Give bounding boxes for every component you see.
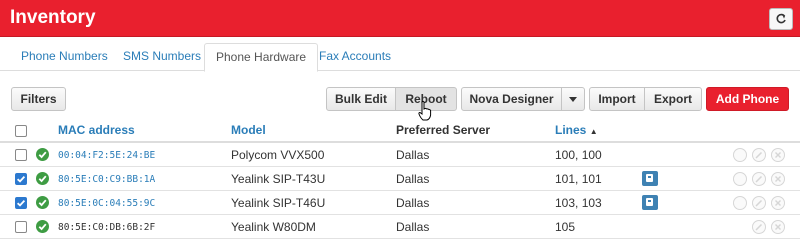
sidecar-icon[interactable] xyxy=(642,171,658,186)
tab-bar: Phone Numbers SMS Numbers Phone Hardware… xyxy=(0,43,800,72)
lines: 103, 103 xyxy=(555,196,602,210)
refresh-button[interactable] xyxy=(769,8,793,30)
edit-action-icon[interactable] xyxy=(752,196,766,210)
sidecar-icon[interactable] xyxy=(642,195,658,210)
edit-action-icon[interactable] xyxy=(752,148,766,162)
mac-address[interactable]: 80:5E:C0:C9:BB:1A xyxy=(58,174,155,185)
edit-action-icon[interactable] xyxy=(752,172,766,186)
row-checkbox[interactable] xyxy=(15,221,27,233)
tab-fax-accounts[interactable]: Fax Accounts xyxy=(308,43,402,71)
table-row[interactable]: 80:5E:0C:04:55:9C Yealink SIP-T46U Dallas 1… xyxy=(0,191,800,215)
status-ok-icon xyxy=(36,148,49,161)
lines: 101, 101 xyxy=(555,172,602,186)
row-checkbox[interactable] xyxy=(15,173,27,185)
delete-action-icon[interactable] xyxy=(771,196,785,210)
model: Yealink W80DM xyxy=(231,220,316,234)
reboot-action-icon[interactable] xyxy=(733,172,747,186)
status-ok-icon xyxy=(36,172,49,185)
tab-phone-numbers[interactable]: Phone Numbers xyxy=(10,43,119,71)
filters-button[interactable]: Filters xyxy=(11,87,66,111)
page-header: Inventory xyxy=(0,0,800,37)
preferred-server: Dallas xyxy=(396,172,430,186)
tab-phone-hardware[interactable]: Phone Hardware xyxy=(204,43,319,72)
import-button[interactable]: Import xyxy=(589,87,645,111)
lines: 100, 100 xyxy=(555,148,602,162)
row-checkbox[interactable] xyxy=(15,149,27,161)
nova-designer-button[interactable]: Nova Designer xyxy=(461,87,562,111)
delete-action-icon[interactable] xyxy=(771,172,785,186)
caret-down-icon xyxy=(569,97,577,102)
nova-designer-dropdown[interactable] xyxy=(561,87,585,111)
hand-cursor-icon xyxy=(418,101,432,121)
edit-action-icon[interactable] xyxy=(752,220,766,234)
select-all-checkbox[interactable] xyxy=(15,125,27,137)
col-lines[interactable]: Lines ▲ xyxy=(555,123,598,137)
tab-sms-numbers[interactable]: SMS Numbers xyxy=(112,43,212,71)
delete-action-icon[interactable] xyxy=(771,148,785,162)
table-row[interactable]: 80:5E:C0:C9:BB:1A Yealink SIP-T43U Dallas 1… xyxy=(0,167,800,191)
refresh-icon xyxy=(776,13,786,24)
reboot-action-icon[interactable] xyxy=(733,148,747,162)
preferred-server: Dallas xyxy=(396,148,430,162)
mac-address[interactable]: 80:5E:0C:04:55:9C xyxy=(58,198,155,209)
col-model[interactable]: Model xyxy=(231,123,266,137)
bulk-edit-button[interactable]: Bulk Edit xyxy=(326,87,396,111)
row-checkbox[interactable] xyxy=(15,197,27,209)
status-ok-icon xyxy=(36,196,49,209)
export-button[interactable]: Export xyxy=(644,87,702,111)
preferred-server: Dallas xyxy=(396,196,430,210)
status-ok-icon xyxy=(36,220,49,233)
sort-asc-icon: ▲ xyxy=(589,127,598,136)
col-mac-address[interactable]: MAC address xyxy=(58,123,135,137)
model: Yealink SIP-T43U xyxy=(231,172,326,186)
table-row[interactable]: 00:04:F2:5E:24:BE Polycom VVX500 Dallas 100… xyxy=(0,143,800,167)
model: Polycom VVX500 xyxy=(231,148,325,162)
col-preferred-server: Preferred Server xyxy=(396,123,491,137)
delete-action-icon[interactable] xyxy=(771,220,785,234)
reboot-action-icon[interactable] xyxy=(733,196,747,210)
lines: 105 xyxy=(555,220,576,234)
mac-address: 80:5E:C0:DB:6B:2F xyxy=(58,222,156,233)
table-row[interactable]: 80:5E:C0:DB:6B:2F Yealink W80DM Dallas 105 xyxy=(0,215,800,239)
preferred-server: Dallas xyxy=(396,220,430,234)
col-lines-label: Lines xyxy=(555,123,587,137)
add-phone-button[interactable]: Add Phone xyxy=(706,87,789,111)
page-title: Inventory xyxy=(10,7,96,28)
model: Yealink SIP-T46U xyxy=(231,196,326,210)
mac-address[interactable]: 00:04:F2:5E:24:BE xyxy=(58,150,155,161)
table-header: MAC address Model Preferred Server Lines… xyxy=(0,119,800,143)
